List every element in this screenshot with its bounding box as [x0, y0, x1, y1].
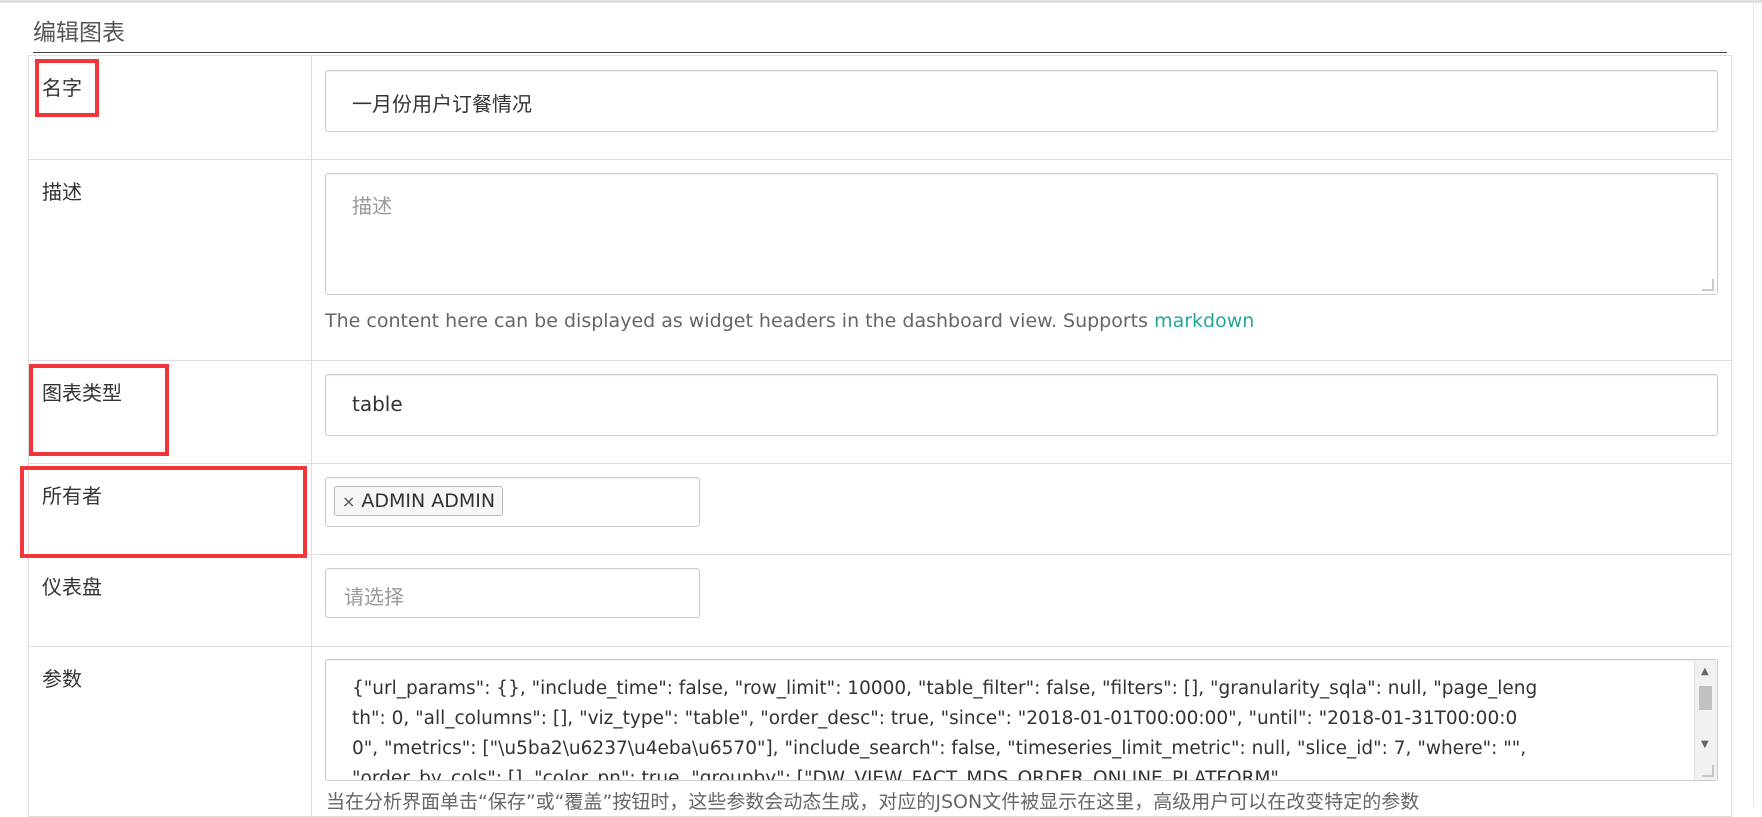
params-resize-handle[interactable]: [1702, 765, 1714, 777]
highlight-box-name: [35, 59, 99, 117]
row-chart-type: 图表类型 table: [28, 360, 1732, 464]
owner-tag-label: ADMIN ADMIN: [361, 490, 496, 512]
page-title: 编辑图表: [33, 20, 125, 46]
highlight-box-owners: [20, 466, 307, 558]
description-help-text: The content here can be displayed as wid…: [325, 310, 1155, 332]
params-label: 参数: [42, 667, 82, 691]
scroll-down-icon[interactable]: ▼: [1701, 739, 1709, 750]
description-help: The content here can be displayed as wid…: [325, 310, 1254, 332]
description-label: 描述: [42, 180, 82, 204]
dashboards-select[interactable]: 请选择: [325, 568, 700, 618]
params-help: 当在分析界面单击“保存”或“覆盖”按钮时，这些参数会动态生成，对应的JSON文件…: [326, 791, 1420, 813]
row-dashboards: 仪表盘 请选择: [28, 554, 1732, 647]
right-border: [1753, 0, 1754, 807]
chart-type-value: table: [352, 392, 403, 416]
title-divider: [33, 52, 1727, 53]
row-name: 名字 一月份用户订餐情况: [28, 55, 1732, 160]
dashboards-placeholder: 请选择: [344, 585, 404, 609]
params-scrollbar[interactable]: ▲ ▼: [1694, 660, 1717, 780]
params-textarea[interactable]: {"url_params": {}, "include_time": false…: [325, 659, 1718, 781]
chart-type-input[interactable]: table: [325, 374, 1718, 436]
name-input[interactable]: 一月份用户订餐情况: [325, 70, 1718, 132]
remove-tag-icon[interactable]: ×: [342, 492, 355, 511]
top-border: [0, 0, 1762, 3]
markdown-link[interactable]: markdown: [1154, 310, 1254, 332]
highlight-box-chart-type: [29, 364, 169, 456]
row-description: 描述 描述 The content here can be displayed …: [28, 159, 1732, 361]
owners-select[interactable]: × ADMIN ADMIN: [325, 477, 700, 527]
description-placeholder: 描述: [352, 194, 392, 218]
name-input-value: 一月份用户订餐情况: [352, 92, 532, 116]
edit-chart-form: 名字 一月份用户订餐情况 描述 描述 The content here can …: [28, 55, 1732, 817]
scroll-up-icon[interactable]: ▲: [1701, 666, 1709, 677]
scroll-thumb[interactable]: [1699, 686, 1712, 710]
dashboards-label: 仪表盘: [42, 575, 102, 599]
params-json: {"url_params": {}, "include_time": false…: [352, 678, 1538, 780]
description-textarea[interactable]: 描述: [325, 173, 1718, 295]
resize-handle[interactable]: [1702, 279, 1714, 291]
owner-tag: × ADMIN ADMIN: [334, 486, 504, 516]
